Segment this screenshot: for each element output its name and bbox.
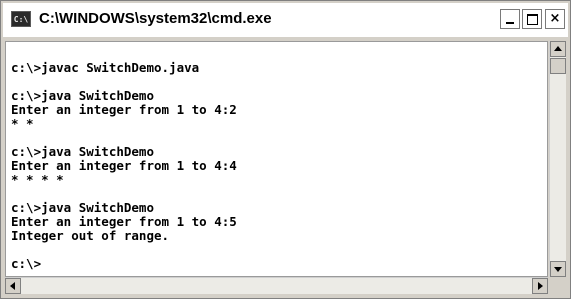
scroll-left-button[interactable] — [5, 278, 21, 294]
console-line: Integer out of range. — [11, 228, 170, 243]
console-line: c:\> — [11, 256, 42, 271]
cmd-window: C:\ C:\WINDOWS\system32\cmd.exe × c:\>ja… — [0, 0, 571, 299]
minimize-button[interactable] — [500, 9, 520, 29]
minimize-icon — [506, 22, 514, 24]
window-title: C:\WINDOWS\system32\cmd.exe — [39, 10, 272, 27]
console-line: Enter an integer from 1 to 4:4 — [11, 158, 237, 173]
cmd-icon[interactable]: C:\ — [11, 11, 31, 27]
console-line: c:\>javac SwitchDemo.java — [11, 60, 200, 75]
arrow-left-icon — [10, 282, 15, 290]
console-output[interactable]: c:\>javac SwitchDemo.java c:\>java Switc… — [5, 41, 548, 277]
arrow-right-icon — [538, 282, 543, 290]
maximize-button[interactable] — [522, 9, 542, 29]
scroll-up-button[interactable] — [550, 41, 566, 57]
console-line: c:\>java SwitchDemo — [11, 144, 154, 159]
close-button[interactable]: × — [545, 9, 565, 29]
maximize-icon — [527, 14, 538, 25]
console-line: * * * * — [11, 172, 64, 187]
arrow-down-icon — [554, 267, 562, 272]
scroll-right-button[interactable] — [532, 278, 548, 294]
console-line: Enter an integer from 1 to 4:2 — [11, 102, 237, 117]
console-line: * * — [11, 116, 34, 131]
console-line: c:\>java SwitchDemo — [11, 200, 154, 215]
scroll-thumb[interactable] — [550, 58, 566, 74]
title-bar[interactable]: C:\ C:\WINDOWS\system32\cmd.exe × — [3, 3, 568, 37]
horizontal-scrollbar[interactable] — [5, 277, 548, 294]
scroll-down-button[interactable] — [550, 261, 566, 277]
resize-corner[interactable] — [549, 277, 566, 294]
vertical-scrollbar[interactable] — [549, 41, 566, 277]
console-line: c:\>java SwitchDemo — [11, 88, 154, 103]
console-line: Enter an integer from 1 to 4:5 — [11, 214, 237, 229]
arrow-up-icon — [554, 46, 562, 51]
close-icon: × — [549, 11, 561, 26]
